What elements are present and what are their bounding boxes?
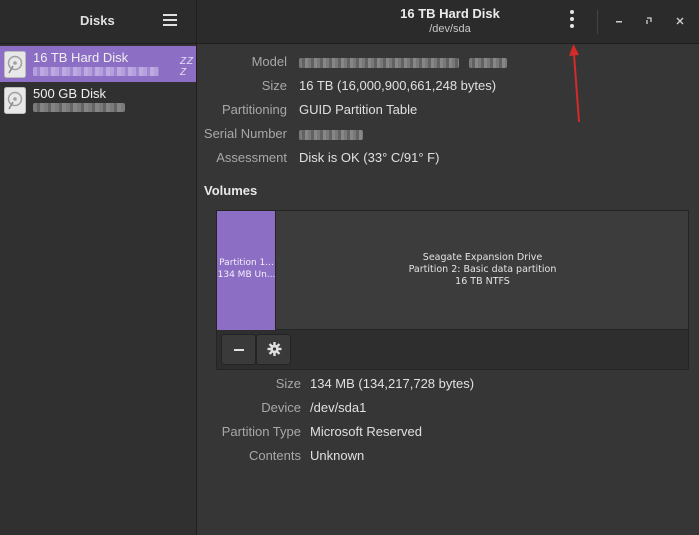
partition-1-size: 134 MB Un... bbox=[217, 270, 276, 280]
partition-contents-value: Unknown bbox=[310, 448, 365, 463]
partition-device-row: Device /dev/sda1 bbox=[198, 400, 699, 418]
drive-title-block: 16 TB Hard Disk /dev/sda bbox=[340, 6, 560, 35]
assessment-row: Assessment Disk is OK (33° C/91° F) bbox=[198, 150, 699, 168]
standby-icon: Z Z Z bbox=[180, 56, 193, 78]
app-title: Disks bbox=[80, 13, 115, 28]
sidebar-item-16tb-disk[interactable]: 16 TB Hard Disk Z Z Z bbox=[0, 46, 196, 82]
partitioning-value: GUID Partition Table bbox=[299, 102, 418, 117]
drive-details-pane: Model Size 16 TB (16,000,900,661,248 byt… bbox=[198, 44, 699, 535]
partitioning-row: Partitioning GUID Partition Table bbox=[198, 102, 699, 120]
hamburger-menu-icon[interactable] bbox=[163, 14, 177, 26]
partition-size-label: Size bbox=[275, 376, 301, 391]
drive-title: 16 TB Hard Disk bbox=[400, 6, 500, 21]
size-row: Size 16 TB (16,000,900,661,248 bytes) bbox=[198, 78, 699, 96]
sidebar-item-label: 16 TB Hard Disk bbox=[33, 50, 129, 65]
redacted-model-text bbox=[33, 103, 125, 112]
partition-2-size: 16 TB NTFS bbox=[455, 276, 510, 287]
assessment-value: Disk is OK (33° C/91° F) bbox=[299, 150, 440, 165]
partition-size-value: 134 MB (134,217,728 bytes) bbox=[310, 376, 475, 391]
drive-icon bbox=[4, 51, 26, 78]
volume-toolbar bbox=[216, 330, 689, 370]
minimize-icon[interactable] bbox=[611, 13, 627, 29]
partition-1-block[interactable]: Partition 1... 134 MB Un... bbox=[217, 211, 276, 330]
header-bar: Disks 16 TB Hard Disk /dev/sda bbox=[0, 0, 699, 44]
volume-map: Partition 1... 134 MB Un... Seagate Expa… bbox=[216, 210, 689, 330]
close-icon[interactable] bbox=[672, 13, 688, 29]
redacted-model-text bbox=[33, 67, 159, 76]
kebab-menu-icon[interactable] bbox=[566, 10, 578, 32]
serial-row: Serial Number bbox=[198, 126, 699, 144]
serial-value-redacted bbox=[299, 126, 363, 141]
partition-contents-label: Contents bbox=[248, 448, 301, 463]
volumes-heading: Volumes bbox=[204, 183, 258, 198]
sidebar-item-500gb-disk[interactable]: 500 GB Disk bbox=[0, 82, 196, 118]
restore-icon[interactable] bbox=[641, 13, 657, 29]
delete-partition-button[interactable] bbox=[221, 334, 256, 365]
serial-label: Serial Number bbox=[203, 126, 287, 141]
model-label: Model bbox=[251, 54, 287, 69]
partitioning-label: Partitioning bbox=[221, 102, 287, 117]
header-separator bbox=[597, 10, 598, 34]
size-label: Size bbox=[261, 78, 287, 93]
sidebar-header: Disks bbox=[0, 0, 197, 44]
size-value: 16 TB (16,000,900,661,248 bytes) bbox=[299, 78, 497, 93]
partition-2-label: Seagate Expansion Drive bbox=[422, 252, 543, 263]
partition-type-row: Partition Type Microsoft Reserved bbox=[198, 424, 699, 442]
minus-icon bbox=[234, 349, 244, 351]
partition-2-name: Partition 2: Basic data partition bbox=[408, 264, 557, 275]
partition-1-name: Partition 1... bbox=[219, 258, 274, 268]
partition-options-button[interactable] bbox=[256, 334, 291, 365]
drive-device-path: /dev/sda bbox=[429, 23, 471, 35]
annotation-arrow-icon bbox=[569, 44, 580, 123]
partition-type-label: Partition Type bbox=[221, 424, 301, 439]
partition-device-label: Device bbox=[261, 400, 301, 415]
disk-list-sidebar: 16 TB Hard Disk Z Z Z 500 GB Disk bbox=[0, 44, 197, 535]
drive-icon bbox=[4, 87, 26, 114]
partition-size-row: Size 134 MB (134,217,728 bytes) bbox=[198, 376, 699, 394]
partition-2-block[interactable]: Seagate Expansion Drive Partition 2: Bas… bbox=[277, 211, 688, 330]
assessment-label: Assessment bbox=[216, 150, 287, 165]
partition-type-value: Microsoft Reserved bbox=[310, 424, 422, 439]
partition-device-value: /dev/sda1 bbox=[310, 400, 367, 415]
partition-contents-row: Contents Unknown bbox=[198, 448, 699, 466]
sidebar-item-label: 500 GB Disk bbox=[33, 86, 106, 101]
model-row: Model bbox=[198, 54, 699, 72]
gear-icon bbox=[267, 342, 282, 356]
model-value-redacted bbox=[299, 54, 507, 69]
